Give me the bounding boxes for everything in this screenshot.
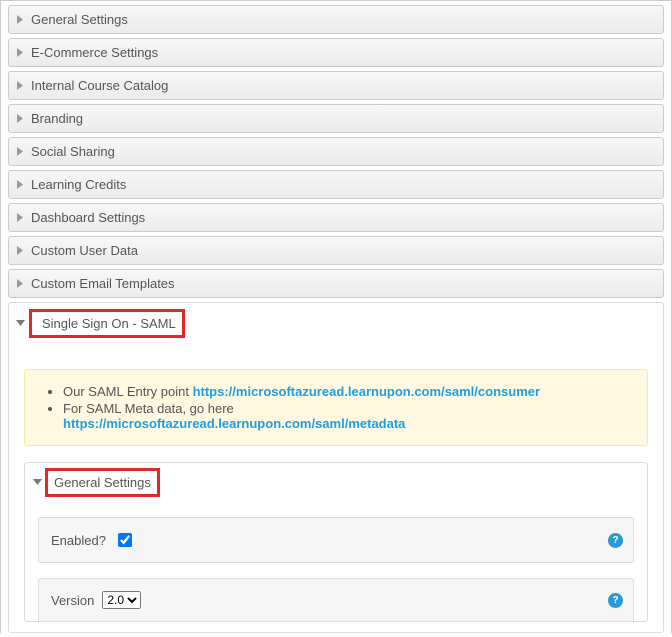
accordion-label: General Settings	[27, 12, 128, 27]
chevron-right-icon	[13, 147, 27, 156]
info-notice: Our SAML Entry point https://microsoftaz…	[24, 369, 648, 446]
accordion-item-catalog[interactable]: Internal Course Catalog	[8, 71, 664, 100]
accordion-header-sso[interactable]: Single Sign On - SAML	[9, 303, 663, 344]
chevron-right-icon	[13, 114, 27, 123]
enabled-checkbox[interactable]	[118, 533, 132, 547]
highlight-marker: Single Sign On - SAML	[29, 309, 185, 338]
help-icon[interactable]: ?	[608, 593, 623, 608]
accordion-label: E-Commerce Settings	[27, 45, 158, 60]
chevron-right-icon	[13, 213, 27, 222]
accordion-label: Custom User Data	[27, 243, 138, 258]
accordion-label: Single Sign On - SAML	[38, 316, 176, 331]
chevron-right-icon	[13, 48, 27, 57]
field-version: Version 2.0 ?	[38, 578, 634, 621]
field-enabled: Enabled? ?	[38, 517, 634, 563]
accordion-label: Dashboard Settings	[27, 210, 145, 225]
notice-line: For SAML Meta data, go here https://micr…	[63, 401, 631, 431]
version-select[interactable]: 2.0	[102, 591, 141, 609]
accordion-item-social[interactable]: Social Sharing	[8, 137, 664, 166]
saml-entry-link[interactable]: https://microsoftazuread.learnupon.com/s…	[193, 384, 540, 399]
accordion-label: Social Sharing	[27, 144, 115, 159]
accordion-item-sso-saml: Single Sign On - SAML Our SAML Entry poi…	[8, 302, 664, 633]
notice-text: Our SAML Entry point	[63, 384, 193, 399]
saml-metadata-link[interactable]: https://microsoftazuread.learnupon.com/s…	[63, 416, 405, 431]
accordion-item-dashboard[interactable]: Dashboard Settings	[8, 203, 664, 232]
chevron-right-icon	[13, 180, 27, 189]
accordion-item-ecommerce[interactable]: E-Commerce Settings	[8, 38, 664, 67]
notice-line: Our SAML Entry point https://microsoftaz…	[63, 384, 631, 399]
chevron-down-icon	[13, 320, 27, 327]
accordion-label: Custom Email Templates	[27, 276, 175, 291]
help-icon[interactable]: ?	[608, 533, 623, 548]
accordion-label: Learning Credits	[27, 177, 126, 192]
notice-text: For SAML Meta data, go here	[63, 401, 234, 416]
accordion-item-branding[interactable]: Branding	[8, 104, 664, 133]
chevron-down-icon	[30, 479, 44, 486]
chevron-right-icon	[13, 246, 27, 255]
chevron-right-icon	[13, 279, 27, 288]
chevron-right-icon	[13, 15, 27, 24]
accordion-item-email-templates[interactable]: Custom Email Templates	[8, 269, 664, 298]
highlight-marker: General Settings	[45, 468, 160, 497]
field-label: Enabled?	[51, 533, 114, 548]
accordion-label: Internal Course Catalog	[27, 78, 168, 93]
accordion-label: Branding	[27, 111, 83, 126]
accordion-item-credits[interactable]: Learning Credits	[8, 170, 664, 199]
inner-accordion-header[interactable]: General Settings	[25, 463, 647, 502]
accordion-item-general-settings[interactable]: General Settings	[8, 5, 664, 34]
accordion-item-custom-user[interactable]: Custom User Data	[8, 236, 664, 265]
chevron-right-icon	[13, 81, 27, 90]
inner-accordion-label: General Settings	[54, 475, 151, 490]
field-label: Version	[51, 593, 102, 608]
inner-accordion-general: General Settings Enabled? ? Version 2.0 …	[24, 462, 648, 622]
